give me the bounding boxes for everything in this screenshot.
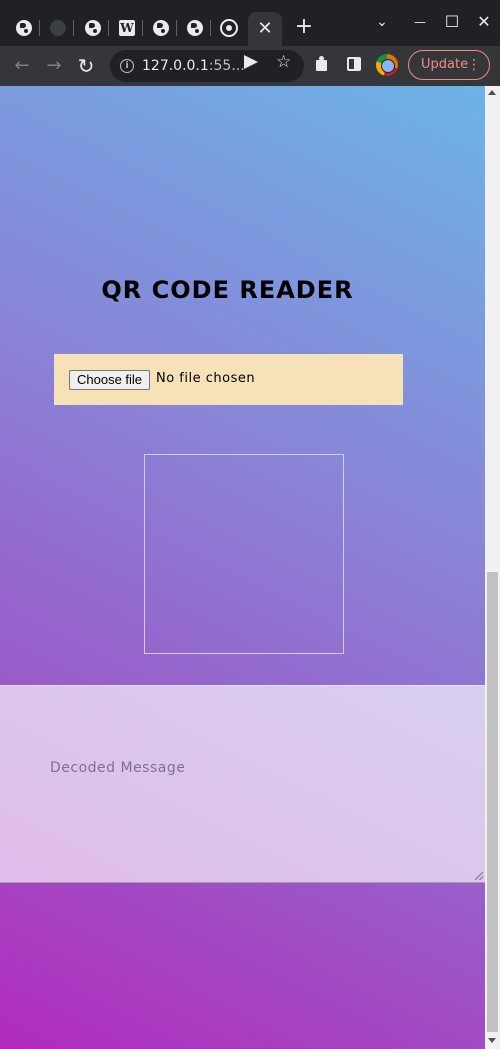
send-to-devices-icon[interactable] <box>244 55 258 69</box>
maximize-button[interactable]: ☐ <box>440 12 464 32</box>
browser-tab[interactable] <box>77 12 109 44</box>
wikipedia-icon: W <box>119 20 135 36</box>
decoded-message-placeholder: Decoded Message <box>50 760 186 776</box>
browser-toolbar: ← → ↻ i 127.0.0.1:55... ☆ Update ⋮ <box>0 46 500 86</box>
file-status-text: No file chosen <box>156 371 256 386</box>
page-title: QR CODE READER <box>101 276 354 304</box>
browser-tab[interactable] <box>8 12 40 44</box>
browser-tab[interactable] <box>42 12 74 44</box>
new-tab-button[interactable]: + <box>292 16 316 38</box>
resize-handle[interactable] <box>475 872 483 880</box>
scroll-up-arrow-icon[interactable] <box>488 90 496 95</box>
browser-tab[interactable] <box>179 12 211 44</box>
decoded-message-textarea[interactable]: Decoded Message <box>0 685 485 883</box>
github-icon <box>50 20 66 36</box>
tab-search-button[interactable]: ⌄ <box>370 12 394 32</box>
bookmark-star-icon[interactable]: ☆ <box>276 52 291 72</box>
back-button[interactable]: ← <box>10 54 34 78</box>
page-viewport: QR CODE READER Choose file No file chose… <box>0 86 485 1049</box>
vertical-scrollbar[interactable] <box>485 86 500 1049</box>
globe-icon <box>16 20 32 36</box>
globe-icon <box>187 20 203 36</box>
scrollbar-thumb[interactable] <box>487 572 498 1032</box>
browser-tab[interactable] <box>145 12 177 44</box>
extensions-puzzle-icon[interactable] <box>314 56 330 72</box>
close-window-button[interactable]: ✕ <box>472 12 496 32</box>
url-rest: :55... <box>208 58 245 74</box>
reload-button[interactable]: ↻ <box>74 54 98 78</box>
browser-tab[interactable]: W <box>111 12 143 44</box>
globe-icon <box>85 20 101 36</box>
url-host: 127.0.0.1 <box>142 58 209 74</box>
update-label: Update <box>421 57 469 72</box>
menu-dots-icon[interactable]: ⋮ <box>467 51 481 79</box>
url-text[interactable]: 127.0.0.1:55... <box>142 58 245 74</box>
address-bar[interactable]: i 127.0.0.1:55... <box>110 50 304 82</box>
browser-tab-active[interactable]: ✕ <box>248 12 282 46</box>
minimize-button[interactable]: — <box>408 12 432 32</box>
chrome-icon <box>220 19 238 37</box>
close-tab-icon[interactable]: ✕ <box>257 20 272 38</box>
scroll-down-arrow-icon[interactable] <box>488 1038 496 1043</box>
tab-strip: W ✕ + ⌄ — ☐ ✕ <box>0 0 500 46</box>
globe-icon <box>153 20 169 36</box>
forward-button[interactable]: → <box>42 54 66 78</box>
side-panel-icon[interactable] <box>347 57 361 71</box>
info-icon[interactable]: i <box>120 59 134 73</box>
choose-file-button[interactable]: Choose file <box>69 370 151 390</box>
browser-tab[interactable] <box>213 12 245 44</box>
qr-preview-box <box>144 454 344 654</box>
file-input-container: Choose file No file chosen <box>54 354 403 405</box>
profile-avatar[interactable] <box>376 54 398 76</box>
update-button[interactable]: Update ⋮ <box>408 50 490 80</box>
